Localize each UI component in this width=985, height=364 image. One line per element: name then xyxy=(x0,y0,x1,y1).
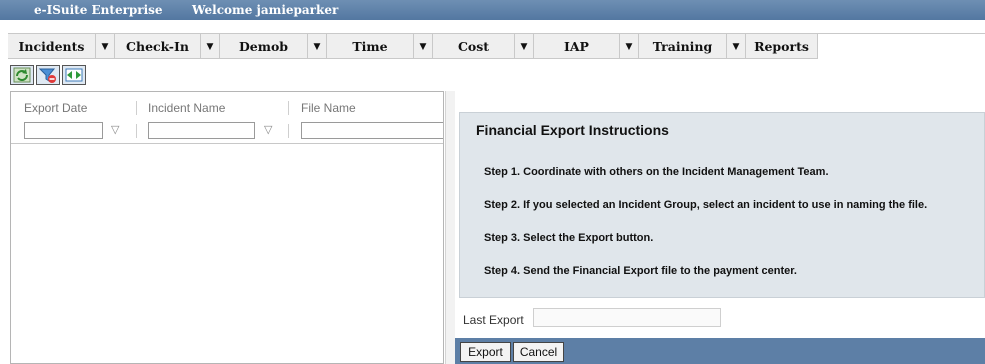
column-divider xyxy=(136,101,137,115)
menu-time[interactable]: Time xyxy=(327,34,414,59)
menu-check-in-dropdown-icon[interactable]: ▼ xyxy=(201,34,220,59)
financial-export-panel: Financial Export Instructions Step 1. Co… xyxy=(455,91,985,364)
app-title: e-ISuite Enterprise xyxy=(34,3,163,17)
menu-check-in-label: Check-In xyxy=(126,39,189,54)
menu-training[interactable]: Training xyxy=(639,34,727,59)
panel-splitter[interactable] xyxy=(445,91,455,364)
export-date-filter-input[interactable] xyxy=(24,122,103,139)
export-date-filter-icon[interactable]: ▽ xyxy=(111,123,119,136)
column-header-file-name[interactable]: File Name xyxy=(301,101,356,115)
menu-training-label: Training xyxy=(652,39,713,54)
menu-demob-dropdown-icon[interactable]: ▼ xyxy=(308,34,327,59)
menu-training-dropdown-icon[interactable]: ▼ xyxy=(727,34,746,59)
menu-reports-label: Reports xyxy=(754,39,809,54)
instruction-step-3: Step 3. Select the Export button. xyxy=(484,232,654,244)
last-export-label: Last Export xyxy=(463,313,524,327)
refresh-icon[interactable] xyxy=(10,65,34,85)
action-button-bar: Export Cancel xyxy=(455,338,985,364)
instruction-step-4: Step 4. Send the Financial Export file t… xyxy=(484,265,797,277)
menu-bar-filler xyxy=(818,34,985,59)
app-title-bar: e-ISuite Enterprise Welcome jamieparker xyxy=(0,0,985,20)
main-menu-bar: Incidents ▼ Check-In ▼ Demob ▼ Time ▼ Co… xyxy=(8,33,985,59)
menu-demob[interactable]: Demob xyxy=(220,34,308,59)
instructions-box: Financial Export Instructions Step 1. Co… xyxy=(459,112,985,298)
column-divider xyxy=(288,101,289,115)
incident-name-filter-input[interactable] xyxy=(148,122,255,139)
column-header-incident-name[interactable]: Incident Name xyxy=(148,101,225,115)
column-divider xyxy=(136,124,137,138)
incident-name-filter-icon[interactable]: ▽ xyxy=(264,123,272,136)
instruction-step-2: Step 2. If you selected an Incident Grou… xyxy=(484,199,928,211)
column-header-export-date[interactable]: Export Date xyxy=(24,101,87,115)
menu-incidents-label: Incidents xyxy=(18,39,85,54)
last-export-field xyxy=(533,308,721,327)
instruction-step-1: Step 1. Coordinate with others on the In… xyxy=(484,166,829,178)
menu-iap-label: IAP xyxy=(564,39,589,54)
grid-toolbar xyxy=(10,65,86,85)
menu-reports[interactable]: Reports xyxy=(746,34,818,59)
menu-check-in[interactable]: Check-In xyxy=(115,34,201,59)
cancel-button[interactable]: Cancel xyxy=(513,342,564,362)
menu-iap[interactable]: IAP xyxy=(534,34,620,59)
menu-incidents-dropdown-icon[interactable]: ▼ xyxy=(96,34,115,59)
file-name-filter-input[interactable] xyxy=(301,122,443,139)
export-history-grid: Export Date Incident Name File Name ▽ ▽ xyxy=(10,91,444,364)
menu-time-dropdown-icon[interactable]: ▼ xyxy=(414,34,433,59)
menu-incidents[interactable]: Incidents xyxy=(8,34,96,59)
grid-header: Export Date Incident Name File Name ▽ ▽ xyxy=(11,92,443,144)
menu-time-label: Time xyxy=(352,39,388,54)
column-divider xyxy=(288,124,289,138)
menu-cost-dropdown-icon[interactable]: ▼ xyxy=(515,34,534,59)
export-button[interactable]: Export xyxy=(460,342,511,362)
menu-demob-label: Demob xyxy=(238,39,289,54)
menu-cost[interactable]: Cost xyxy=(433,34,515,59)
welcome-text: Welcome jamieparker xyxy=(192,3,339,17)
menu-cost-label: Cost xyxy=(457,39,490,54)
instructions-title: Financial Export Instructions xyxy=(476,122,669,138)
expand-icon[interactable] xyxy=(62,65,86,85)
clear-filter-icon[interactable] xyxy=(36,65,60,85)
menu-iap-dropdown-icon[interactable]: ▼ xyxy=(620,34,639,59)
